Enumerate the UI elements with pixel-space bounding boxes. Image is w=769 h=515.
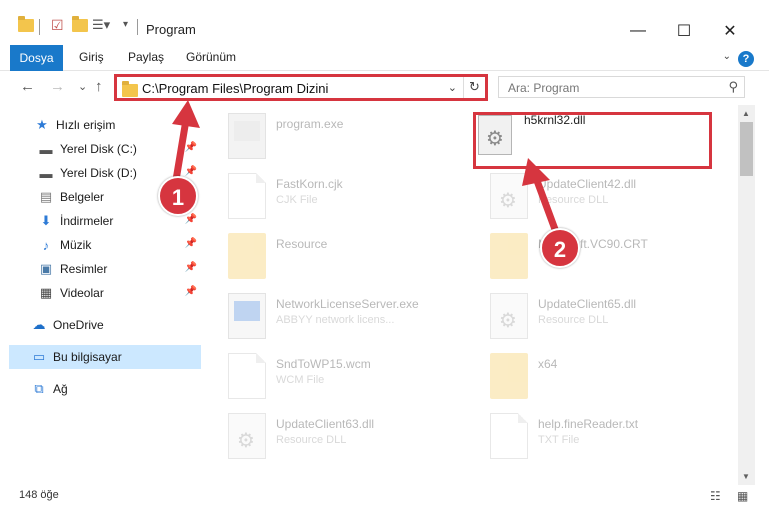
step-badge-1: 1: [158, 176, 198, 216]
arrow-1: [172, 100, 200, 184]
annotation-arrows: [172, 100, 560, 236]
step-badge-2: 2: [540, 228, 580, 268]
arrow-2: [522, 158, 560, 236]
